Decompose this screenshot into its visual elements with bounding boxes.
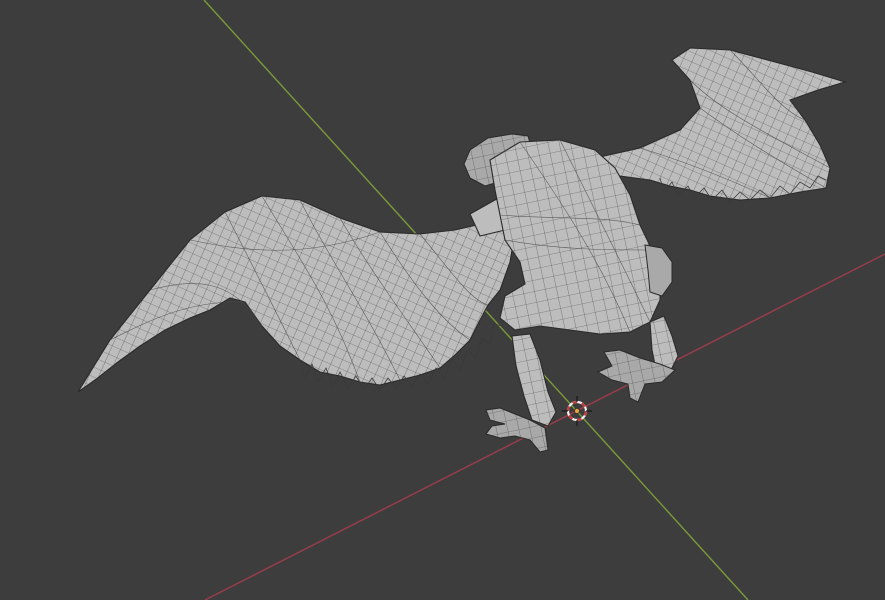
bird-mesh[interactable] bbox=[77, 47, 847, 453]
right-wing bbox=[594, 47, 847, 203]
left-wing bbox=[77, 195, 516, 393]
object-origin-icon bbox=[574, 407, 581, 414]
3d-viewport[interactable] bbox=[0, 0, 885, 600]
viewport-scene[interactable] bbox=[0, 0, 885, 600]
